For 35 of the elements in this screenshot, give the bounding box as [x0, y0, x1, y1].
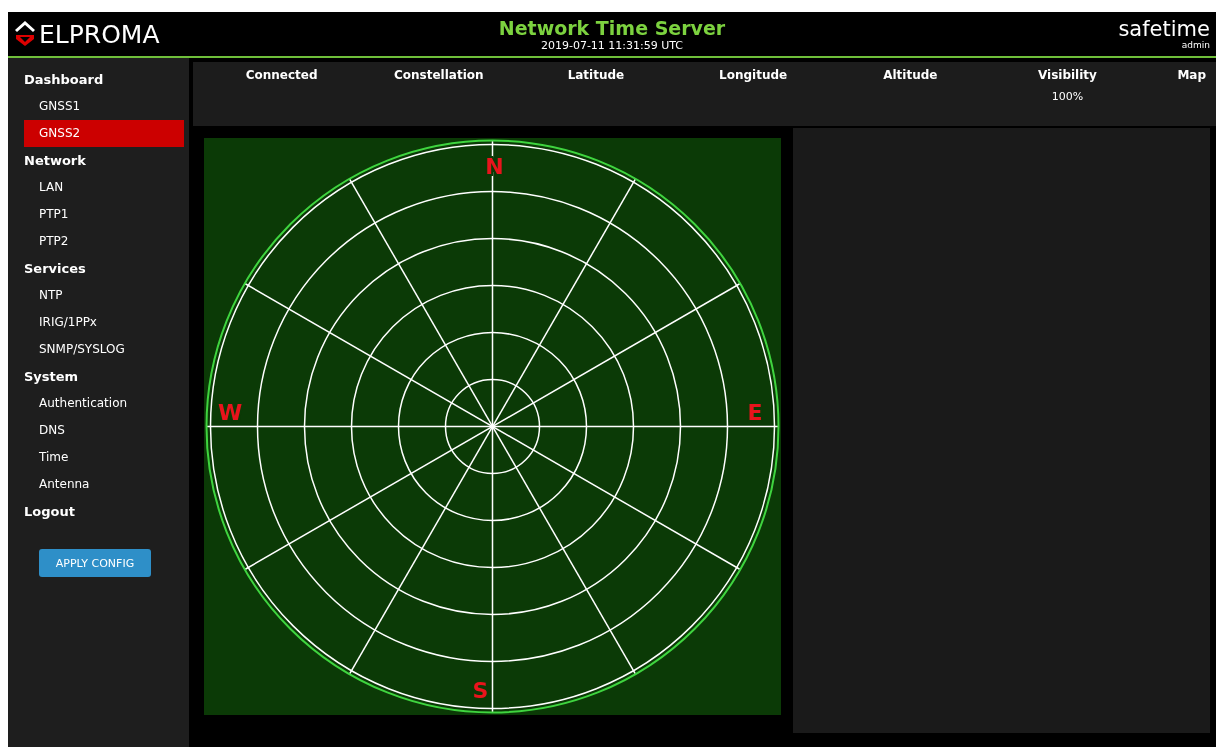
compass-label: S [472, 678, 489, 703]
nav-section[interactable]: Services [19, 255, 184, 282]
nav-item[interactable]: LAN [24, 174, 184, 201]
nav-section[interactable]: Dashboard [19, 66, 184, 93]
compass-label: W [218, 400, 243, 425]
datetime: 2019-07-11 11:31:59 UTC [539, 38, 685, 52]
nav-item[interactable]: IRIG/1PPx [24, 309, 184, 336]
nav-item[interactable]: DNS [24, 417, 184, 444]
column-header: Visibility [1036, 68, 1098, 82]
nav-section[interactable]: Logout [19, 498, 184, 525]
brand-logo: safetime [1118, 18, 1210, 40]
nav-item[interactable]: PTP2 [24, 228, 184, 255]
nav-item[interactable]: Antenna [24, 471, 184, 498]
nav-item[interactable]: GNSS1 [24, 93, 184, 120]
nav-item[interactable]: Authentication [24, 390, 184, 417]
column-header: Constellation [392, 68, 485, 82]
nav-item[interactable]: NTP [24, 282, 184, 309]
user-name: admin [1181, 40, 1210, 50]
logo-icon [14, 21, 36, 47]
apply-config-button[interactable]: APPLY CONFIG [39, 549, 151, 577]
nav-section[interactable]: System [19, 363, 184, 390]
app-title: Network Time Server [498, 16, 726, 39]
nav-item[interactable]: Time [24, 444, 184, 471]
logo-text: ELPROMA [39, 19, 160, 49]
compass-label: E [747, 400, 763, 425]
column-header: Latitude [566, 68, 626, 82]
column-header: Longitude [718, 68, 789, 82]
table-cell-text: 100% [1050, 90, 1085, 103]
nav-item[interactable]: SNMP/SYSLOG [24, 336, 184, 363]
nav-section[interactable]: Network [19, 147, 184, 174]
nav-item[interactable]: PTP1 [24, 201, 184, 228]
column-header: Connected [244, 68, 319, 82]
column-header: Altitude [882, 68, 939, 82]
column-header: Map [1176, 68, 1207, 82]
nav-item[interactable]: GNSS2 [24, 120, 184, 147]
